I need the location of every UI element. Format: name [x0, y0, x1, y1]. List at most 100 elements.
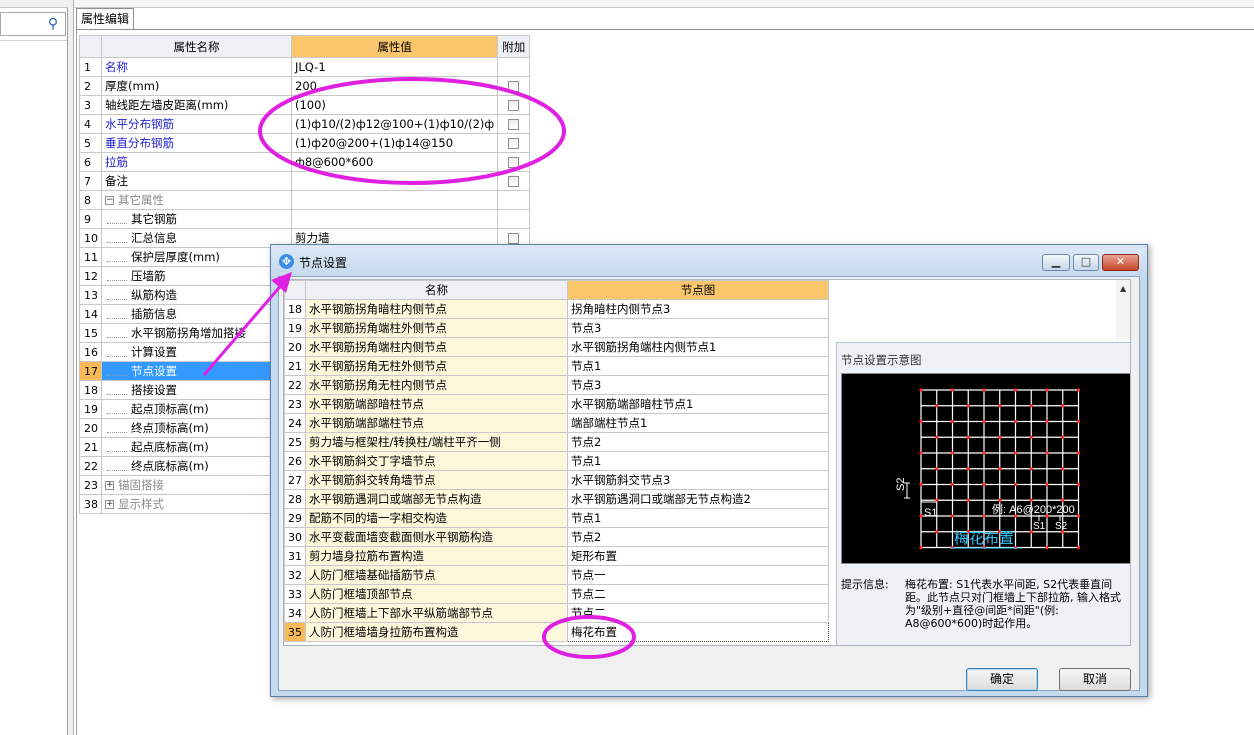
cancel-button[interactable]: 取消 — [1059, 668, 1131, 691]
property-name[interactable]: + 锚固搭接 — [101, 475, 292, 495]
node-value[interactable]: 节点2 — [567, 527, 829, 547]
extra-checkbox[interactable] — [508, 233, 520, 244]
property-row[interactable]: 7 备注 — [79, 171, 531, 191]
panel-splitter[interactable] — [68, 0, 74, 735]
property-name[interactable]: 节点设置 — [101, 361, 292, 381]
property-value[interactable]: (1)ф10/(2)ф12@100+(1)ф10/(2)ф — [290, 114, 499, 134]
node-name[interactable]: 水平钢筋斜交丁字墙节点 — [305, 451, 568, 471]
expand-toggle-icon[interactable]: + — [105, 500, 114, 509]
node-name[interactable]: 水平钢筋拐角端柱外侧节点 — [305, 318, 568, 338]
node-header-value[interactable]: 节点图 — [567, 280, 829, 300]
property-name[interactable]: 其它钢筋 — [101, 209, 292, 229]
node-name[interactable]: 水平钢筋端部暗柱节点 — [305, 394, 568, 414]
scroll-up-icon[interactable]: ▲ — [1120, 284, 1126, 293]
node-row[interactable]: 34 人防门框墙上下部水平纵筋端部节点 节点二 — [284, 603, 829, 623]
property-name[interactable]: 汇总信息 — [101, 228, 292, 248]
ok-button[interactable]: 确定 — [966, 668, 1038, 691]
extra-checkbox[interactable] — [508, 81, 520, 92]
node-row[interactable]: 23 水平钢筋端部暗柱节点 水平钢筋端部暗柱节点1 — [284, 394, 829, 414]
property-row[interactable]: 8− 其它属性 — [79, 190, 531, 210]
node-value[interactable]: 水平钢筋拐角端柱内侧节点1 — [567, 337, 829, 357]
property-value[interactable]: JLQ-1 — [290, 57, 499, 77]
grid-header-name[interactable]: 属性名称 — [101, 35, 292, 58]
node-row[interactable]: 25 剪力墙与框架柱/转换柱/端柱平齐一侧 节点2 — [284, 432, 829, 452]
property-name[interactable]: 起点底标高(m) — [101, 437, 292, 457]
node-row[interactable]: 27 水平钢筋斜交转角墙节点 水平钢筋斜交节点3 — [284, 470, 829, 490]
extra-cell[interactable] — [497, 133, 531, 153]
node-name[interactable]: 水平钢筋拐角端柱内侧节点 — [305, 337, 568, 357]
extra-cell[interactable] — [497, 171, 531, 191]
grid-header-extra[interactable]: 附加 — [497, 35, 531, 58]
node-row[interactable]: 30 水平变截面墙变截面侧水平钢筋构造 节点2 — [284, 527, 829, 547]
node-value[interactable]: 拐角暗柱内侧节点3 — [567, 299, 829, 319]
node-row[interactable]: 26 水平钢筋斜交丁字墙节点 节点1 — [284, 451, 829, 471]
node-row[interactable]: 33 人防门框墙顶部节点 节点二 — [284, 584, 829, 604]
property-row[interactable]: 9 其它钢筋 — [79, 209, 531, 229]
node-name[interactable]: 水平钢筋端部端柱节点 — [305, 413, 568, 433]
node-value[interactable]: 节点一 — [567, 565, 829, 585]
property-value[interactable] — [290, 190, 499, 210]
node-row[interactable]: 21 水平钢筋拐角无柱外侧节点 节点1 — [284, 356, 829, 376]
node-row[interactable]: 32 人防门框墙基础插筋节点 节点一 — [284, 565, 829, 585]
node-value[interactable]: 水平钢筋斜交节点3 — [567, 470, 829, 490]
node-row[interactable]: 31 剪力墙身拉筋布置构造 矩形布置 — [284, 546, 829, 566]
property-name[interactable]: 垂直分布钢筋 — [101, 133, 292, 153]
node-row[interactable]: 20 水平钢筋拐角端柱内侧节点 水平钢筋拐角端柱内侧节点1 — [284, 337, 829, 357]
vertical-scrollbar[interactable]: ▲ — [1116, 280, 1130, 340]
node-name[interactable]: 人防门框墙上下部水平纵筋端部节点 — [305, 603, 568, 623]
property-row[interactable]: 6 拉筋 ф8@600*600 — [79, 152, 531, 172]
node-name[interactable]: 水平变截面墙变截面侧水平钢筋构造 — [305, 527, 568, 547]
extra-checkbox[interactable] — [508, 119, 520, 130]
property-name[interactable]: 起点顶标高(m) — [101, 399, 292, 419]
property-name[interactable]: + 显示样式 — [101, 494, 292, 514]
node-value[interactable]: 节点1 — [567, 356, 829, 376]
extra-cell[interactable] — [497, 152, 531, 172]
property-value[interactable]: (1)ф20@200+(1)ф14@150 — [290, 133, 499, 153]
node-value[interactable]: 节点2 — [567, 432, 829, 452]
node-name[interactable]: 水平钢筋斜交转角墙节点 — [305, 470, 568, 490]
property-row[interactable]: 1 名称 JLQ-1 — [79, 57, 531, 77]
property-name[interactable]: 水平钢筋拐角增加搭接 — [101, 323, 292, 343]
extra-checkbox[interactable] — [508, 138, 520, 149]
node-name[interactable]: 水平钢筋拐角暗柱内侧节点 — [305, 299, 568, 319]
node-value[interactable]: 节点二 — [567, 603, 829, 623]
property-name[interactable]: 插筋信息 — [101, 304, 292, 324]
property-name[interactable]: 压墙筋 — [101, 266, 292, 286]
property-value[interactable]: ф8@600*600 — [290, 152, 499, 172]
extra-checkbox[interactable] — [508, 157, 520, 168]
node-value[interactable]: 梅花布置 — [567, 622, 829, 642]
node-value[interactable]: 端部端柱节点1 — [567, 413, 829, 433]
dialog-titlebar[interactable]: ✥ 节点设置 ▁ □ ✕ — [271, 245, 1147, 275]
node-value[interactable]: 节点二 — [567, 584, 829, 604]
property-row[interactable]: 3 轴线距左墙皮距离(mm) (100) — [79, 95, 531, 115]
node-value[interactable]: 节点1 — [567, 508, 829, 528]
property-value[interactable]: (100) — [290, 95, 499, 115]
extra-checkbox[interactable] — [508, 100, 520, 111]
property-name[interactable]: 纵筋构造 — [101, 285, 292, 305]
node-row[interactable]: 19 水平钢筋拐角端柱外侧节点 节点3 — [284, 318, 829, 338]
node-name[interactable]: 人防门框墙基础插筋节点 — [305, 565, 568, 585]
node-header-name[interactable]: 名称 — [305, 280, 568, 300]
search-input[interactable]: ⚲ — [0, 12, 66, 36]
expand-toggle-icon[interactable]: + — [105, 481, 114, 490]
node-value[interactable]: 节点1 — [567, 451, 829, 471]
property-name[interactable]: 搭接设置 — [101, 380, 292, 400]
property-name[interactable]: 备注 — [101, 171, 292, 191]
node-name[interactable]: 剪力墙与框架柱/转换柱/端柱平齐一侧 — [305, 432, 568, 452]
node-row[interactable]: 24 水平钢筋端部端柱节点 端部端柱节点1 — [284, 413, 829, 433]
close-button[interactable]: ✕ — [1102, 254, 1139, 271]
node-value[interactable]: 矩形布置 — [567, 546, 829, 566]
node-row[interactable]: 18 水平钢筋拐角暗柱内侧节点 拐角暗柱内侧节点3 — [284, 299, 829, 319]
node-name[interactable]: 水平钢筋拐角无柱内侧节点 — [305, 375, 568, 395]
property-name[interactable]: 名称 — [101, 57, 292, 77]
property-name[interactable]: − 其它属性 — [101, 190, 292, 210]
property-name[interactable]: 拉筋 — [101, 152, 292, 172]
property-name[interactable]: 终点顶标高(m) — [101, 418, 292, 438]
node-row[interactable]: 22 水平钢筋拐角无柱内侧节点 节点3 — [284, 375, 829, 395]
property-name[interactable]: 保护层厚度(mm) — [101, 247, 292, 267]
node-row[interactable]: 29 配筋不同的墙一字相交构造 节点1 — [284, 508, 829, 528]
property-name[interactable]: 终点底标高(m) — [101, 456, 292, 476]
node-row[interactable]: 28 水平钢筋遇洞口或端部无节点构造 水平钢筋遇洞口或端部无节点构造2 — [284, 489, 829, 509]
node-name[interactable]: 剪力墙身拉筋布置构造 — [305, 546, 568, 566]
node-value[interactable]: 水平钢筋端部暗柱节点1 — [567, 394, 829, 414]
